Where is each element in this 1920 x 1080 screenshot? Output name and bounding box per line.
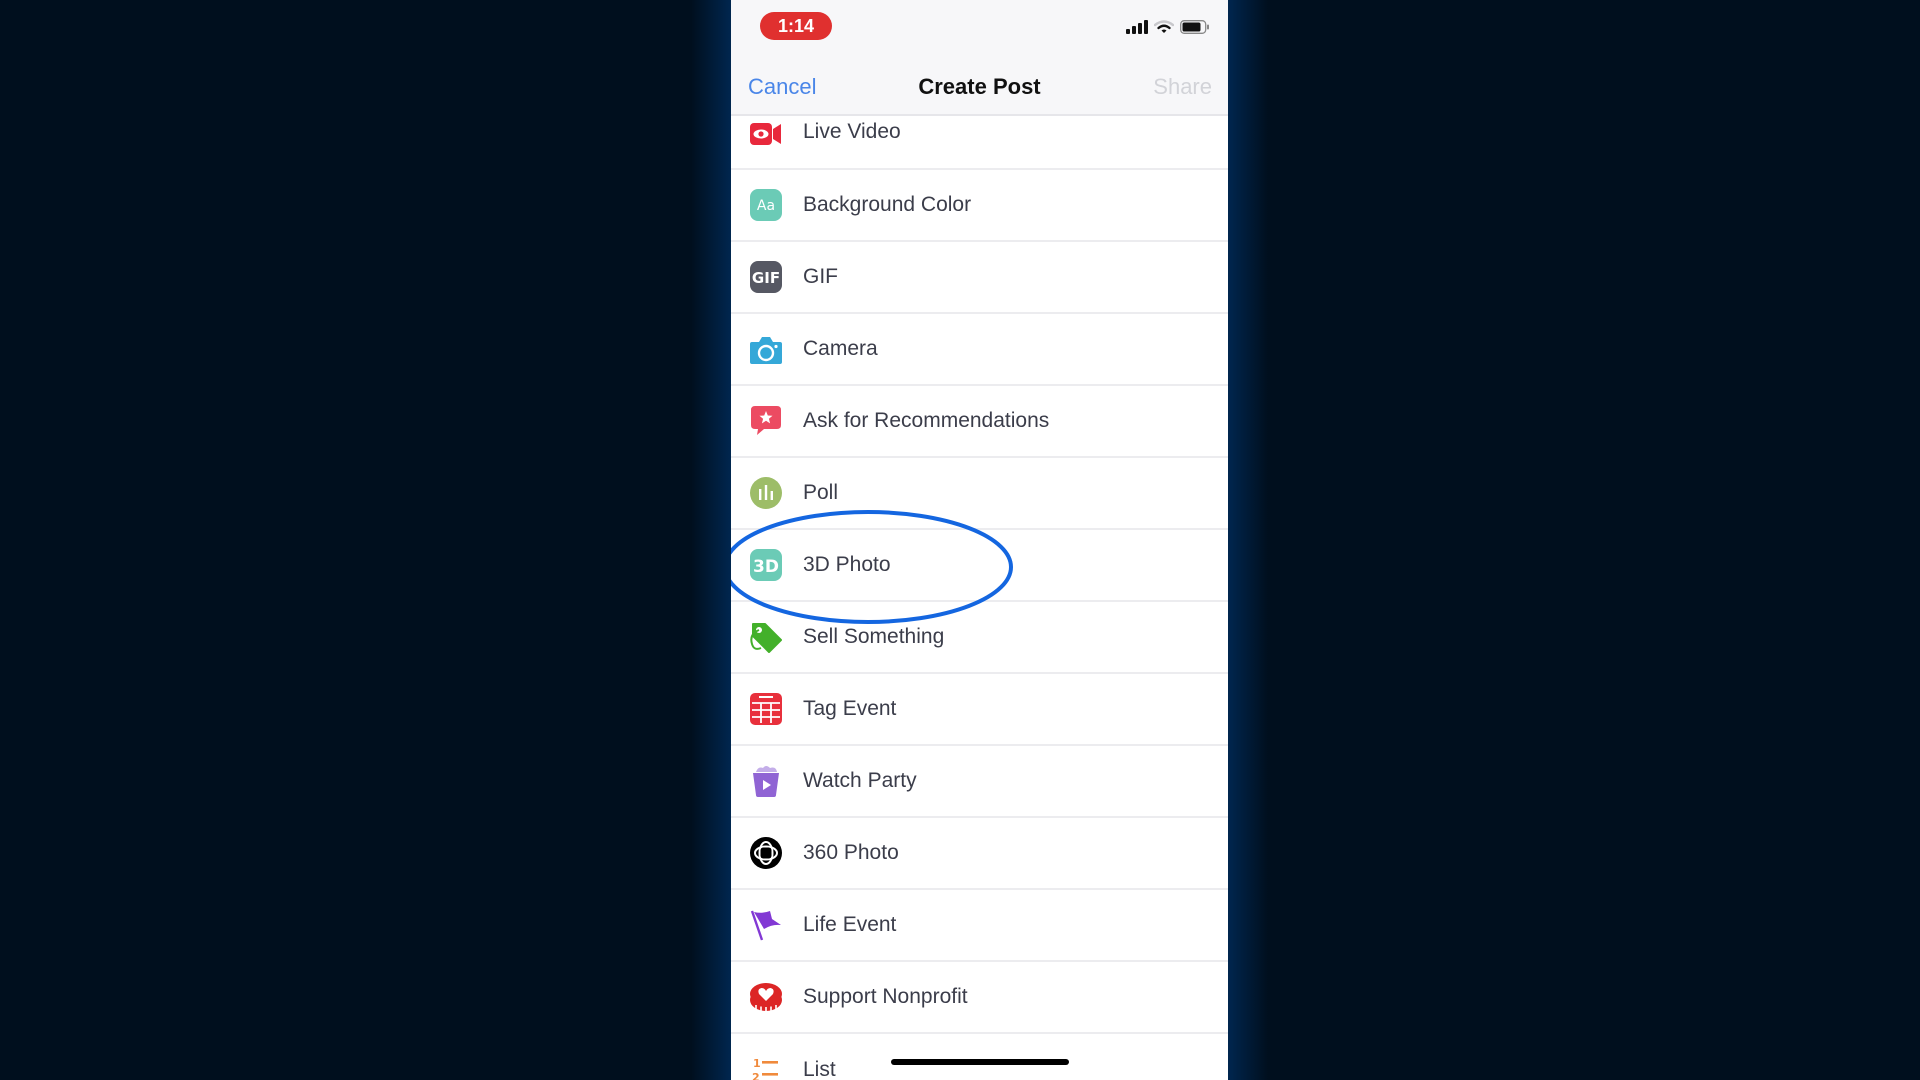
svg-text:Aa: Aa <box>757 198 775 214</box>
menu-item-support-nonprofit[interactable]: Support Nonprofit <box>731 962 1228 1034</box>
numbered-list-icon: 12 <box>749 1053 783 1080</box>
menu-item-background-color[interactable]: Aa Background Color <box>731 170 1228 242</box>
menu-item-poll[interactable]: Poll <box>731 458 1228 530</box>
header: 1:14 Cancel Create Post Share <box>731 0 1228 116</box>
phone-screen: 1:14 Cancel Create Post Share Live Video… <box>731 0 1228 1080</box>
sell-tag-icon <box>749 620 783 654</box>
menu-item-label: Tag Event <box>803 697 897 720</box>
svg-text:2: 2 <box>752 1071 760 1080</box>
gif-icon: GIF <box>749 260 783 294</box>
menu-item-label: Camera <box>803 337 878 360</box>
menu-item-3d-photo[interactable]: 3D 3D Photo <box>731 530 1228 602</box>
menu-item-camera[interactable]: Camera <box>731 314 1228 386</box>
menu-item-label: Ask for Recommendations <box>803 409 1050 432</box>
360-photo-icon <box>749 836 783 870</box>
wifi-icon <box>1154 20 1174 33</box>
menu-item-sell-something[interactable]: Sell Something <box>731 602 1228 674</box>
cancel-button[interactable]: Cancel <box>748 74 816 100</box>
menu-item-label: Support Nonprofit <box>803 985 968 1008</box>
menu-item-ask-for-recommendations[interactable]: Ask for Recommendations <box>731 386 1228 458</box>
flag-icon <box>749 908 783 942</box>
watch-party-icon <box>749 764 783 798</box>
background-color-icon: Aa <box>749 188 783 222</box>
cellular-signal-icon <box>1126 20 1148 34</box>
menu-item-label: GIF <box>803 265 838 288</box>
battery-icon <box>1180 20 1209 34</box>
menu-item-label: Sell Something <box>803 625 945 648</box>
menu-item-label: Poll <box>803 481 839 504</box>
live-video-icon <box>749 118 783 152</box>
menu-item-label: 360 Photo <box>803 841 899 864</box>
menu-item-label: Live Video <box>803 120 901 143</box>
3d-photo-icon: 3D <box>749 548 783 582</box>
menu-item-watch-party[interactable]: Watch Party <box>731 746 1228 818</box>
home-indicator[interactable] <box>891 1059 1069 1065</box>
svg-text:1: 1 <box>753 1057 761 1070</box>
menu-item-tag-event[interactable]: Tag Event <box>731 674 1228 746</box>
status-icons <box>1126 20 1210 34</box>
menu-item-life-event[interactable]: Life Event <box>731 890 1228 962</box>
menu-item-label: List <box>803 1058 836 1080</box>
nonprofit-heart-icon <box>749 980 783 1014</box>
background-glow-left <box>691 0 731 1080</box>
menu-item-gif[interactable]: GIF GIF <box>731 242 1228 314</box>
status-time: 1:14 <box>760 12 832 40</box>
svg-text:GIF: GIF <box>752 269 780 287</box>
calendar-icon <box>749 692 783 726</box>
post-options-list: Live Video Aa Background Color GIF GIF C… <box>731 116 1228 1080</box>
menu-item-list[interactable]: 12 List <box>731 1034 1228 1080</box>
menu-item-label: Watch Party <box>803 769 917 792</box>
menu-item-label: 3D Photo <box>803 553 891 576</box>
menu-item-live-video[interactable]: Live Video <box>731 116 1228 170</box>
page-title: Create Post <box>918 74 1041 99</box>
svg-text:3D: 3D <box>753 557 779 577</box>
poll-icon <box>749 476 783 510</box>
menu-item-label: Life Event <box>803 913 897 936</box>
camera-icon <box>749 332 783 366</box>
menu-item-360-photo[interactable]: 360 Photo <box>731 818 1228 890</box>
background-glow-right <box>1228 0 1268 1080</box>
menu-item-label: Background Color <box>803 193 972 216</box>
recommendations-icon <box>749 404 783 438</box>
share-button[interactable]: Share <box>1153 74 1212 100</box>
